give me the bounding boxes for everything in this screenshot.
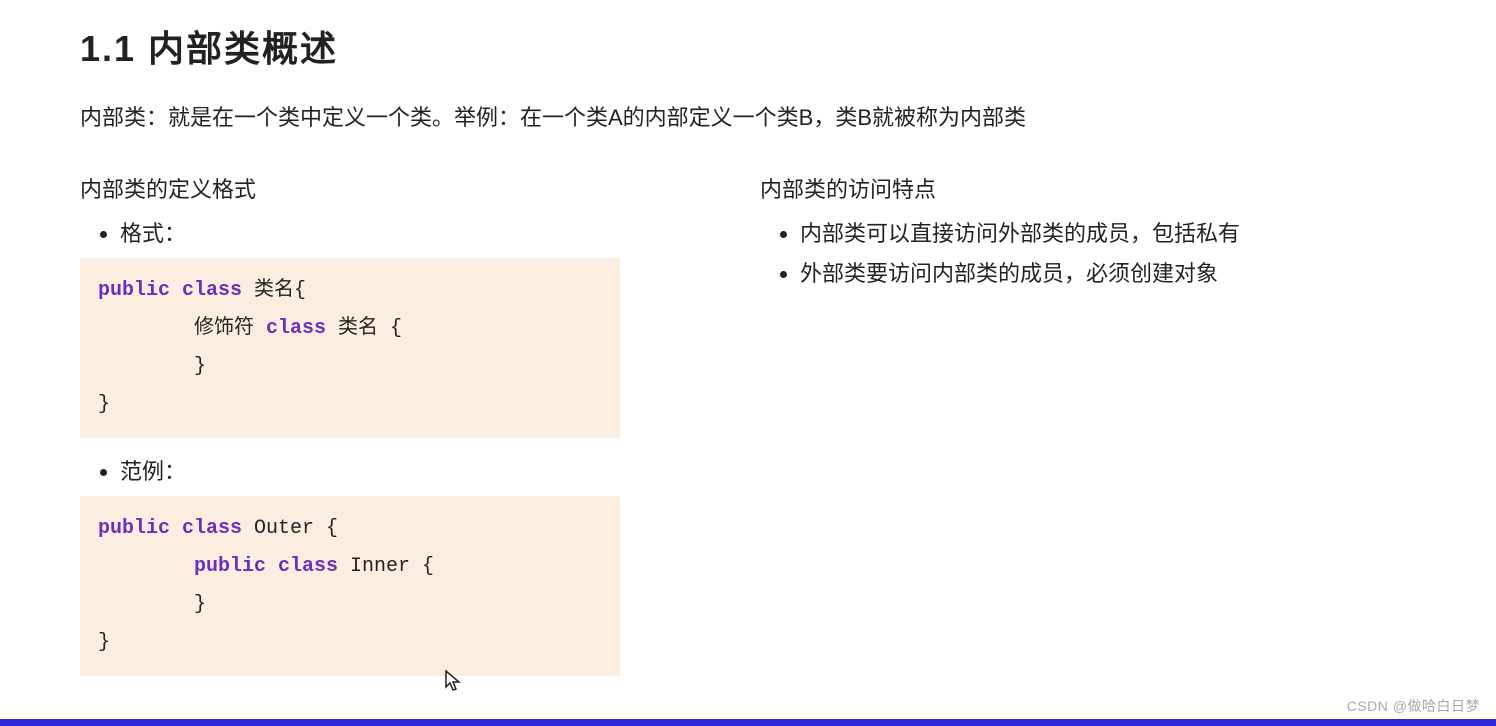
intro-paragraph: 内部类：就是在一个类中定义一个类。举例：在一个类A的内部定义一个类B，类B就被称… [80,100,1496,132]
bottom-accent-bar [0,719,1496,726]
left-list: 格式： [80,216,620,248]
watermark-text: CSDN @做哈白日梦 [1347,696,1480,716]
example-label: 范例： [120,459,186,484]
kw-public-class: public class [194,555,350,578]
code-text: 修饰符 [98,317,266,340]
code-text: Outer { [254,517,338,540]
right-column: 内部类的访问特点 内部类可以直接访问外部类的成员，包括私有 外部类要访问内部类的… [760,172,1380,692]
kw-public-class: public class [98,279,254,302]
left-column: 内部类的定义格式 格式： public class 类名{ 修饰符 class … [80,172,620,692]
section-title: 1.1 内部类概述 [80,20,1496,72]
right-subhead: 内部类的访问特点 [760,172,1380,204]
kw-class: class [266,317,338,340]
left-list-2: 范例： [80,454,620,486]
code-block-format: public class 类名{ 修饰符 class 类名 { } } [80,258,620,438]
right-point-1: 内部类可以直接访问外部类的成员，包括私有 [800,216,1380,248]
code-text: } [98,593,206,616]
format-bullet: 格式： [120,216,620,248]
two-column-layout: 内部类的定义格式 格式： public class 类名{ 修饰符 class … [80,172,1496,692]
right-list: 内部类可以直接访问外部类的成员，包括私有 外部类要访问内部类的成员，必须创建对象 [760,216,1380,288]
code-text: } [98,355,206,378]
right-point-2: 外部类要访问内部类的成员，必须创建对象 [800,256,1380,288]
kw-public-class: public class [98,517,254,540]
example-bullet: 范例： [120,454,620,486]
code-block-example: public class Outer { public class Inner … [80,496,620,676]
code-text: 类名 { [338,317,402,340]
code-text: } [98,393,110,416]
left-subhead: 内部类的定义格式 [80,172,620,204]
code-text [98,555,194,578]
slide-page: 1.1 内部类概述 内部类：就是在一个类中定义一个类。举例：在一个类A的内部定义… [0,0,1496,726]
code-text: 类名{ [254,279,306,302]
format-label: 格式： [120,221,186,246]
code-text: } [98,631,110,654]
code-text: Inner { [350,555,434,578]
